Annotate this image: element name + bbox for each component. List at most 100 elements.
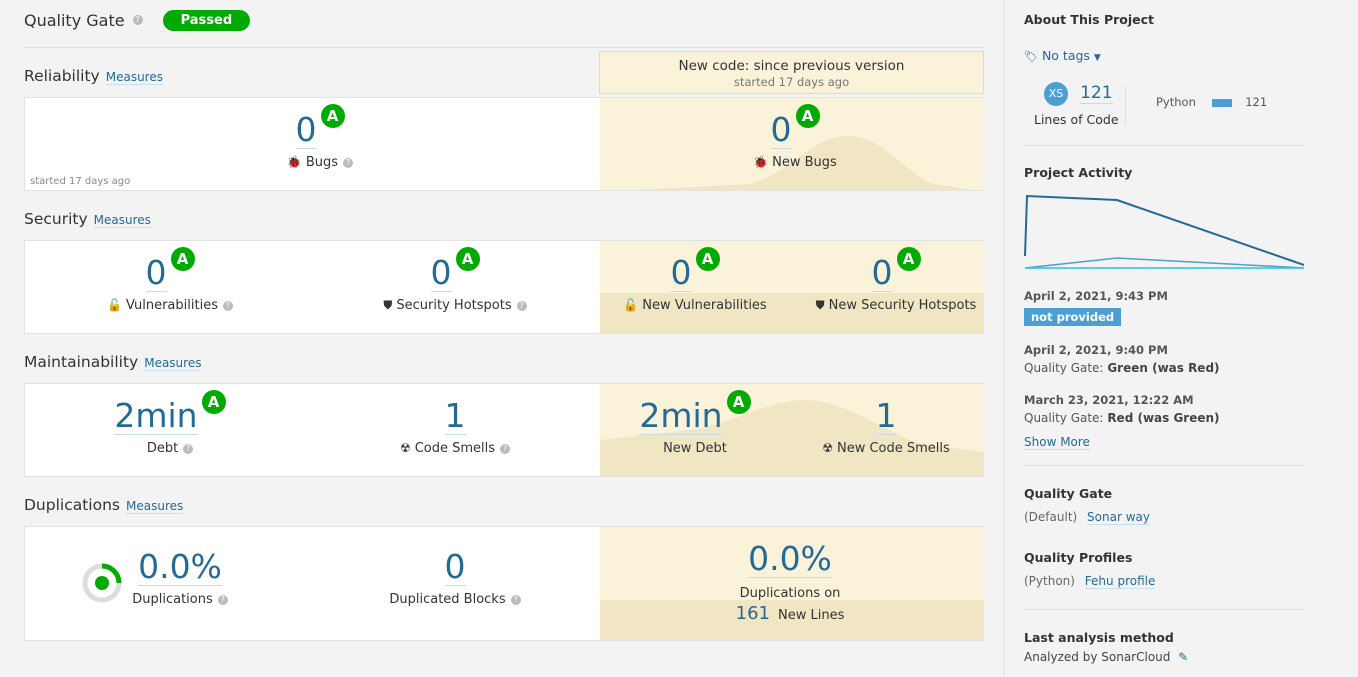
debt-metric: 2min A Debt? <box>85 390 255 456</box>
new-vulnerabilities-label: 🔓 New Vulnerabilities <box>615 298 775 313</box>
quality-gate-link[interactable]: Sonar way <box>1087 510 1150 525</box>
new-code-smells-metric: 1 ☢ New Code Smells <box>801 398 971 457</box>
help-icon[interactable]: ? <box>222 300 233 311</box>
security-hotspots-value[interactable]: 0 <box>430 255 452 292</box>
new-security-hotspots-label: ⛊ New Security Hotspots <box>801 298 991 313</box>
new-lines-value[interactable]: 161 <box>736 603 770 624</box>
help-icon[interactable]: ? <box>217 594 228 605</box>
new-debt-rating[interactable]: A <box>726 390 751 414</box>
language-row: Python 121 <box>1156 95 1267 109</box>
vulnerabilities-rating[interactable]: A <box>170 247 195 271</box>
quality-profile-language: (Python) <box>1024 574 1075 588</box>
new-security-hotspots-value[interactable]: 0 <box>871 255 893 292</box>
quality-profile-link[interactable]: Fehu profile <box>1084 574 1156 589</box>
reliability-measures-link[interactable]: Measures <box>105 70 163 85</box>
security-hotspots-label: ⛊ Security Hotspots? <box>365 298 545 313</box>
analysis-method-title: Last analysis method <box>1024 630 1174 645</box>
help-icon[interactable]: ? <box>510 594 521 605</box>
security-hotspots-rating[interactable]: A <box>455 247 480 271</box>
new-code-smells-label: ☢ New Code Smells <box>801 441 971 456</box>
new-code-title: New code: since previous version <box>678 58 905 74</box>
bug-icon: 🐞 <box>286 155 302 169</box>
new-debt-metric: 2min A New Debt <box>615 390 775 456</box>
new-debt-value[interactable]: 2min <box>639 398 723 435</box>
new-code-started: started 17 days ago <box>733 75 850 89</box>
new-bugs-value[interactable]: 0 <box>770 112 792 149</box>
loc-label: Lines of Code <box>1034 112 1119 127</box>
new-bugs-metric: 0A 🐞 New Bugs <box>705 104 885 170</box>
security-hotspots-metric: 0A ⛊ Security Hotspots? <box>365 247 545 313</box>
maintainability-measures-link[interactable]: Measures <box>144 356 202 371</box>
new-duplications-value[interactable]: 0.0% <box>748 541 832 578</box>
new-debt-label: New Debt <box>615 441 775 456</box>
code-smell-icon: ☢ <box>399 441 411 455</box>
bugs-label: 🐞 Bugs? <box>225 155 415 170</box>
new-vulnerabilities-rating[interactable]: A <box>695 247 720 271</box>
quality-gate-status-badge: Passed <box>162 9 251 31</box>
new-lines-label: New Lines <box>778 608 845 623</box>
reliability-title: Reliability <box>24 67 100 85</box>
bugs-rating[interactable]: A <box>320 104 345 128</box>
help-icon[interactable]: ? <box>516 300 527 311</box>
code-smells-label-text: Code Smells <box>414 441 496 456</box>
new-debt-label-text: New Debt <box>663 441 727 456</box>
quality-gate-info: (Default) Sonar way <box>1024 510 1150 525</box>
duplications-title: Duplications <box>24 496 120 514</box>
duplications-label: Duplications? <box>125 592 235 607</box>
duplications-measures-link[interactable]: Measures <box>126 499 184 514</box>
divider <box>1024 609 1305 610</box>
vulnerabilities-metric: 0A 🔓 Vulnerabilities? <box>85 247 255 313</box>
vulnerabilities-value[interactable]: 0 <box>145 255 167 292</box>
new-security-hotspots-metric: 0A ⛊ New Security Hotspots <box>801 247 991 313</box>
caret-down-icon: ▼ <box>1093 53 1101 63</box>
bugs-value[interactable]: 0 <box>295 112 317 149</box>
tag-icon: 🏷 <box>1024 50 1038 63</box>
started-text: started 17 days ago <box>30 176 131 187</box>
quality-gate-title: Quality Gate <box>24 10 125 30</box>
debt-value[interactable]: 2min <box>114 398 198 435</box>
debt-label: Debt? <box>85 441 255 456</box>
debt-rating[interactable]: A <box>201 390 226 414</box>
code-smells-value[interactable]: 1 <box>444 398 466 435</box>
bug-icon: 🐞 <box>753 155 769 169</box>
shield-icon: ⛊ <box>815 298 825 312</box>
maintainability-title: Maintainability <box>24 353 139 371</box>
duplications-label-text: Duplications <box>132 592 213 607</box>
activity-event-text: Green (was Red) <box>1107 361 1220 375</box>
duplications-donut-icon <box>82 563 122 603</box>
language-loc: 121 <box>1245 95 1268 109</box>
shield-icon: ⛊ <box>383 298 393 312</box>
reliability-section-title: Reliability Measures <box>24 67 163 85</box>
help-icon[interactable]: ? <box>132 15 143 25</box>
analysis-method-row: Analyzed by SonarCloud ✎ <box>1024 650 1188 664</box>
duplicated-blocks-value[interactable]: 0 <box>444 549 466 586</box>
about-title: About This Project <box>1024 12 1154 27</box>
help-icon[interactable]: ? <box>343 157 354 168</box>
edit-icon[interactable]: ✎ <box>1178 650 1188 664</box>
new-vulnerabilities-label-text: New Vulnerabilities <box>642 298 767 313</box>
new-vulnerabilities-value[interactable]: 0 <box>670 255 692 292</box>
version-badge: not provided <box>1024 308 1122 326</box>
help-icon[interactable]: ? <box>183 443 194 454</box>
security-measures-link[interactable]: Measures <box>93 213 151 228</box>
activity-item: April 2, 2021, 9:40 PM Quality Gate: Gre… <box>1024 343 1220 375</box>
duplications-panel: 0.0% Duplications? 0 Duplicated Blocks? … <box>24 526 984 641</box>
show-more-link[interactable]: Show More <box>1024 435 1090 450</box>
new-lines-row: 161 New Lines <box>705 603 875 624</box>
new-duplications-label: Duplications on <box>739 586 841 601</box>
help-icon[interactable]: ? <box>500 443 511 454</box>
code-smells-metric: 1 ☢ Code Smells? <box>375 398 535 456</box>
new-bugs-rating[interactable]: A <box>795 104 820 128</box>
loc-value[interactable]: 121 <box>1080 82 1113 104</box>
activity-event-prefix: Quality Gate: <box>1024 361 1104 375</box>
duplications-value[interactable]: 0.0% <box>138 549 222 586</box>
security-title: Security <box>24 210 88 228</box>
new-security-hotspots-rating[interactable]: A <box>896 247 921 271</box>
tags-dropdown[interactable]: 🏷 No tags ▼ <box>1024 48 1101 63</box>
activity-graph[interactable] <box>1024 192 1305 272</box>
security-panel: 0A 🔓 Vulnerabilities? 0A ⛊ Security Hotspo… <box>24 240 984 334</box>
lock-icon: 🔓 <box>107 298 122 312</box>
activity-item: March 23, 2021, 12:22 AM Quality Gate: R… <box>1024 393 1220 425</box>
new-code-smells-value[interactable]: 1 <box>875 398 897 435</box>
quality-gate-sidebar-title: Quality Gate <box>1024 486 1113 501</box>
